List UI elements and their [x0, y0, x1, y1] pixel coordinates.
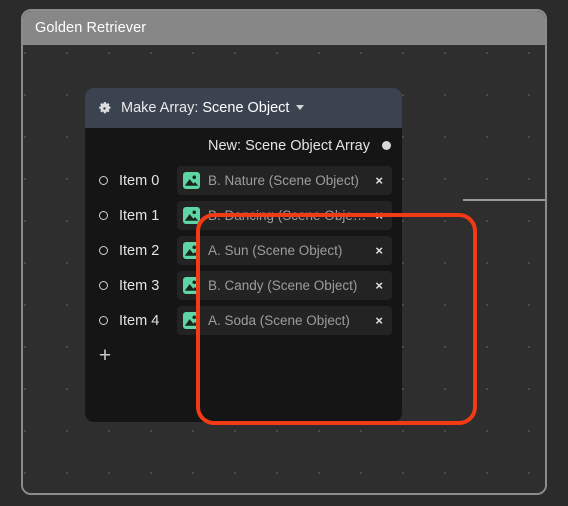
output-connection-wire [463, 199, 545, 201]
window-titlebar: Golden Retriever [23, 11, 545, 45]
item-value-text: B. Candy (Scene Object) [208, 278, 358, 293]
make-array-node[interactable]: Make Array: Scene Object New: Scene Obje… [85, 88, 402, 422]
image-asset-icon [183, 277, 200, 294]
array-item-row-3[interactable]: Item 3 B. Candy (Scene Object) × [85, 268, 402, 303]
array-item-row-1[interactable]: Item 1 B. Dancing (Scene Obje… × [85, 198, 402, 233]
array-item-row-0[interactable]: Item 0 B. Nature (Scene Object) × [85, 163, 402, 198]
remove-item-button[interactable]: × [375, 279, 383, 292]
item-label: Item 0 [119, 172, 160, 189]
array-item-row-4[interactable]: Item 4 A. Soda (Scene Object) × [85, 303, 402, 338]
item-value-chip[interactable]: B. Nature (Scene Object) × [177, 166, 392, 195]
item-value-chip[interactable]: A. Sun (Scene Object) × [177, 236, 392, 265]
image-asset-icon [183, 312, 200, 329]
editor-window: Golden Retriever Make Array: Scene Objec… [21, 9, 547, 495]
item-label: Item 2 [119, 242, 160, 259]
node-title-type: Scene Object [202, 100, 290, 116]
output-port-dot[interactable] [382, 141, 391, 150]
item-input-port[interactable] [99, 316, 108, 325]
remove-item-button[interactable]: × [375, 314, 383, 327]
remove-item-button[interactable]: × [375, 244, 383, 257]
item-value-text: B. Dancing (Scene Obje… [208, 208, 367, 223]
add-item-button[interactable]: + [96, 345, 114, 366]
remove-item-button[interactable]: × [375, 174, 383, 187]
image-asset-icon [183, 207, 200, 224]
item-input-port[interactable] [99, 281, 108, 290]
chevron-down-icon[interactable] [296, 104, 305, 110]
add-item-row: + [85, 338, 402, 372]
item-value-text: A. Soda (Scene Object) [208, 313, 350, 328]
array-items-list: Item 0 B. Nature (Scene Object) × Item 1… [85, 163, 402, 338]
item-label: Item 3 [119, 277, 160, 294]
item-input-port[interactable] [99, 176, 108, 185]
node-title: Make Array: Scene Object [121, 100, 305, 116]
item-value-text: A. Sun (Scene Object) [208, 243, 343, 258]
node-title-prefix: Make Array: [121, 100, 199, 116]
item-input-port[interactable] [99, 211, 108, 220]
node-header[interactable]: Make Array: Scene Object [85, 88, 402, 128]
item-value-chip[interactable]: A. Soda (Scene Object) × [177, 306, 392, 335]
array-item-row-2[interactable]: Item 2 A. Sun (Scene Object) × [85, 233, 402, 268]
item-value-chip[interactable]: B. Dancing (Scene Obje… × [177, 201, 392, 230]
item-label: Item 4 [119, 312, 160, 329]
window-title: Golden Retriever [35, 20, 147, 36]
item-input-port[interactable] [99, 246, 108, 255]
gear-icon [99, 101, 111, 113]
node-output-row: New: Scene Object Array [85, 128, 402, 163]
item-value-text: B. Nature (Scene Object) [208, 173, 359, 188]
node-graph-canvas[interactable]: Make Array: Scene Object New: Scene Obje… [23, 45, 545, 493]
item-label: Item 1 [119, 207, 160, 224]
item-value-chip[interactable]: B. Candy (Scene Object) × [177, 271, 392, 300]
image-asset-icon [183, 172, 200, 189]
remove-item-button[interactable]: × [375, 209, 383, 222]
image-asset-icon [183, 242, 200, 259]
output-label: New: Scene Object Array [208, 137, 370, 154]
